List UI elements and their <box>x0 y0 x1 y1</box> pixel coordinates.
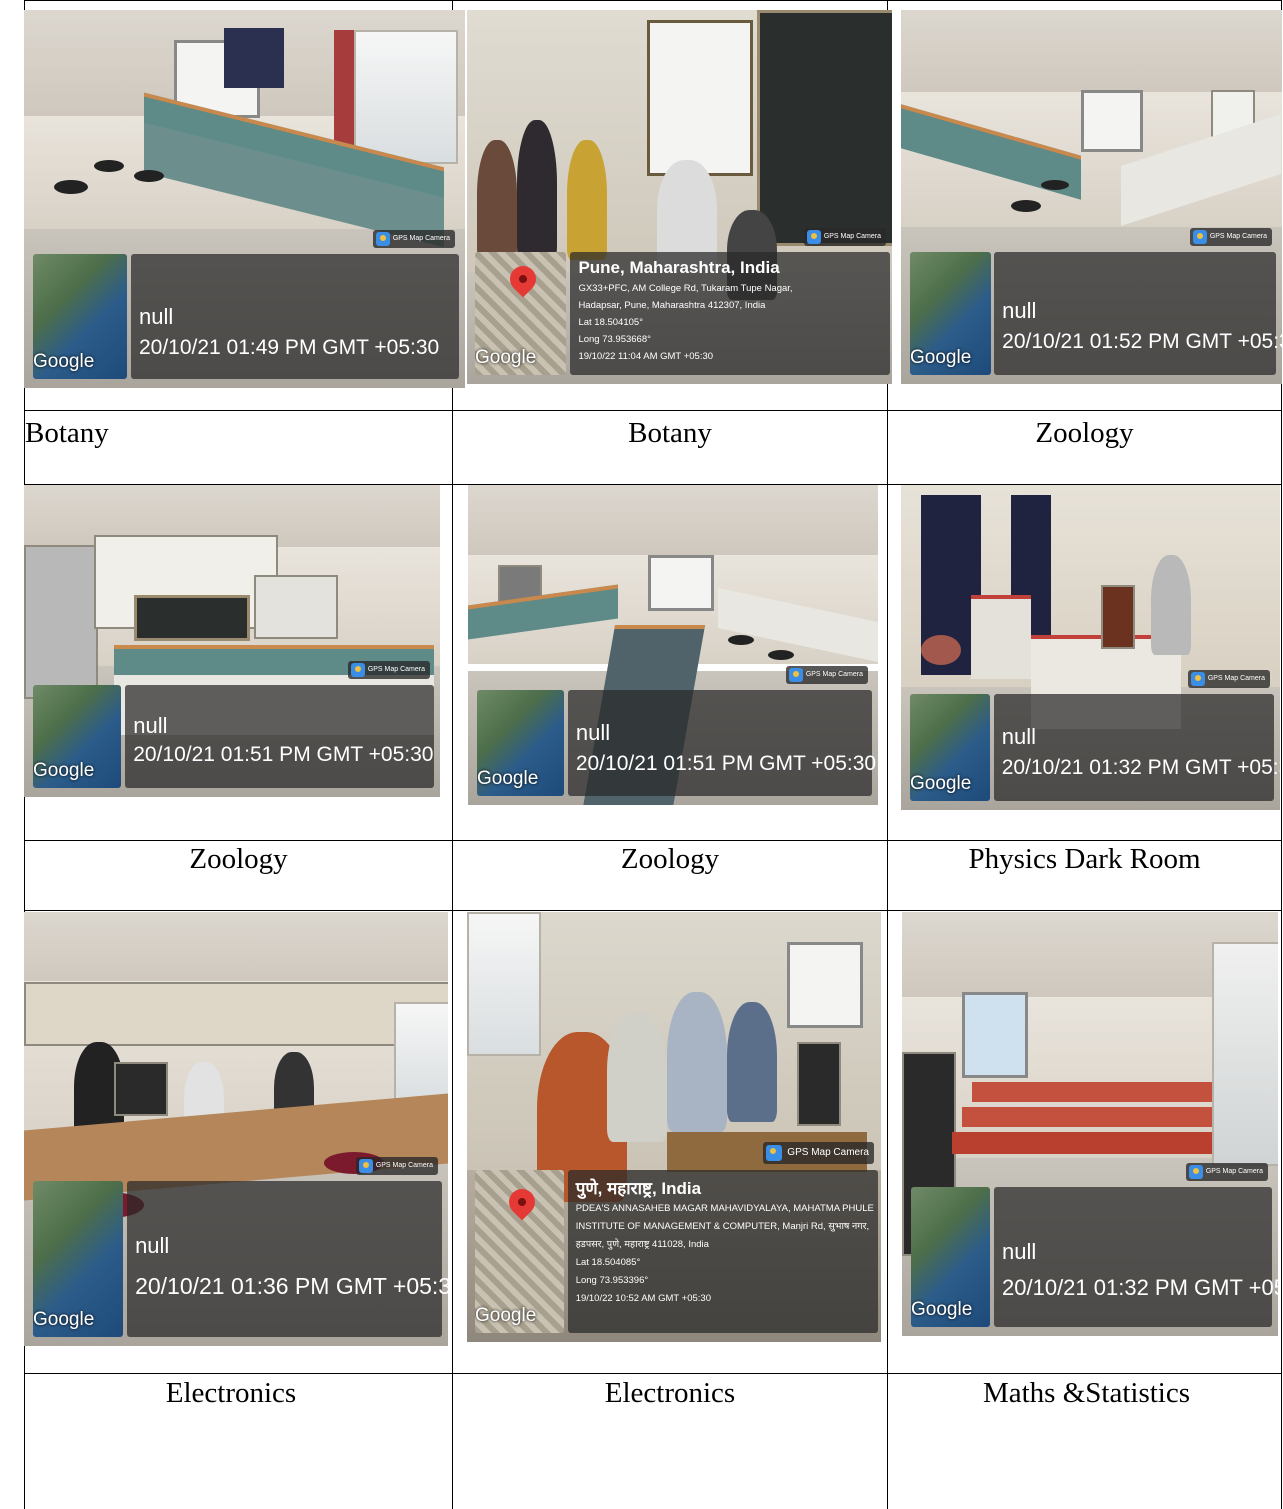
caption-zoology-3: Zoology <box>620 843 720 875</box>
map-thumbnail: Google <box>475 1169 564 1333</box>
gps-camera-icon <box>375 232 390 247</box>
datetime-text: 19/10/22 11:04 AM GMT +05:30 <box>578 350 714 362</box>
address-line-1: GX33+PFC, AM College Rd, Tukaram Tupe Na… <box>578 282 793 294</box>
gps-info-box: null 20/10/21 01:32 PM GMT +05:30 <box>994 1187 1278 1327</box>
gps-camera-badge: GPS Map Camera <box>785 666 868 685</box>
gps-camera-icon <box>1188 1165 1203 1180</box>
map-thumbnail: Google <box>33 254 127 379</box>
gps-camera-badge: GPS Map Camera <box>803 227 886 246</box>
gps-overlay: GPS Map Camera Google पुणे, महाराष्ट्र, … <box>475 1141 878 1333</box>
place-text: null <box>1002 297 1037 323</box>
gps-info-box: null 20/10/21 01:52 PM GMT +05:30 <box>994 251 1282 375</box>
lab-photo-maths-statistics: GPS Map Camera Google null 20/10/21 01:3… <box>902 912 1278 1336</box>
location-title: Pune, Maharashtra, India <box>578 257 780 277</box>
lab-photo-electronics-1: GPS Map Camera Google null 20/10/21 01:3… <box>24 912 448 1346</box>
gps-overlay: GPS Map Camera Google Pune, Maharashtra,… <box>475 227 890 375</box>
place-text: null <box>575 720 611 746</box>
latitude-text: Lat 18.504105° <box>578 316 643 328</box>
lab-photo-zoology-1: GPS Map Camera Google null 20/10/21 01:5… <box>901 10 1282 384</box>
gps-camera-badge: GPS Map Camera <box>763 1141 874 1164</box>
gps-camera-icon <box>350 663 365 678</box>
gps-info-box: Pune, Maharashtra, India GX33+PFC, AM Co… <box>570 251 890 375</box>
place-text: null <box>135 1232 170 1258</box>
gps-camera-badge: GPS Map Camera <box>372 230 455 249</box>
caption-zoology-1: Zoology <box>1035 417 1134 449</box>
datetime-text: 20/10/21 01:51 PM GMT +05:30 <box>133 743 434 767</box>
gps-info-box: null 20/10/21 01:51 PM GMT +05:30 <box>567 690 876 796</box>
gps-camera-icon <box>358 1158 373 1173</box>
address-line-1: PDEA'S ANNASAHEB MAGAR MAHAVIDYALAYA, MA… <box>575 1202 874 1214</box>
gps-overlay: GPS Map Camera Google null 20/10/21 01:3… <box>910 669 1280 801</box>
address-line-2: INSTITUTE OF MANAGEMENT & COMPUTER, Manj… <box>575 1220 870 1232</box>
caption-electronics-2: Electronics <box>604 1377 736 1409</box>
gps-info-box: पुणे, महाराष्ट्र, India PDEA'S ANNASAHEB… <box>567 1169 878 1333</box>
datetime-text: 19/10/22 10:52 AM GMT +05:30 <box>575 1292 711 1304</box>
place-text: null <box>1001 723 1036 749</box>
map-thumbnail: Google <box>477 690 564 796</box>
location-title: पुणे, महाराष्ट्र, India <box>575 1178 702 1198</box>
gps-camera-icon <box>766 1144 783 1161</box>
caption-maths-statistics: Maths &Statistics <box>982 1377 1191 1409</box>
gps-camera-badge: GPS Map Camera <box>355 1156 438 1175</box>
caption-zoology-2: Zoology <box>189 843 288 875</box>
location-pin-icon <box>504 261 542 298</box>
row-divider-2b <box>24 910 1282 911</box>
datetime-text: 20/10/21 01:32 PM GMT +05:30 <box>1001 755 1280 779</box>
place-text: null <box>138 304 174 330</box>
lab-photo-zoology-2: GPS Map Camera Google null 20/10/21 01:5… <box>24 485 440 797</box>
gps-info-box: null 20/10/21 01:49 PM GMT +05:30 <box>130 254 459 379</box>
datetime-text: 20/10/21 01:51 PM GMT +05:30 <box>575 752 877 776</box>
gps-overlay: GPS Map Camera Google null 20/10/21 01:3… <box>33 1156 448 1337</box>
gps-camera-badge: GPS Map Camera <box>1185 1163 1268 1182</box>
gps-camera-icon <box>1192 229 1207 244</box>
location-pin-icon <box>503 1183 541 1221</box>
gps-overlay: GPS Map Camera Google null 20/10/21 01:5… <box>910 227 1282 375</box>
map-thumbnail: Google <box>475 251 567 375</box>
gps-camera-badge: GPS Map Camera <box>1187 669 1270 688</box>
gps-info-box: null 20/10/21 01:51 PM GMT +05:30 <box>125 685 434 788</box>
row-divider-1a <box>24 410 1282 411</box>
map-thumbnail: Google <box>33 685 122 788</box>
gps-overlay: GPS Map Camera Google null 20/10/21 01:5… <box>33 661 434 788</box>
photo-table: GPS Map Camera Google null 20/10/21 01:4… <box>0 0 1283 1509</box>
place-text: null <box>133 713 168 739</box>
gps-info-box: null 20/10/21 01:36 PM GMT +05:30 <box>127 1180 448 1337</box>
gps-camera-icon <box>806 229 821 244</box>
caption-botany-1: Botany <box>25 417 109 449</box>
place-text: null <box>1002 1239 1037 1265</box>
gps-overlay: GPS Map Camera Google null 20/10/21 01:3… <box>911 1163 1278 1327</box>
datetime-text: 20/10/21 01:36 PM GMT +05:30 <box>135 1272 448 1299</box>
table-border-top <box>24 0 1282 1</box>
longitude-text: Long 73.953668° <box>578 333 651 345</box>
datetime-text: 20/10/21 01:49 PM GMT +05:30 <box>138 336 440 360</box>
caption-physics-dark-room: Physics Dark Room <box>968 843 1201 875</box>
row-divider-2a <box>24 840 1282 841</box>
gps-overlay: GPS Map Camera Google null 20/10/21 01:4… <box>33 230 459 379</box>
lab-photo-zoology-3: GPS Map Camera Google null 20/10/21 01:5… <box>468 485 878 805</box>
caption-botany-2: Botany <box>628 417 712 449</box>
map-thumbnail: Google <box>910 251 991 375</box>
gps-camera-badge: GPS Map Camera <box>1189 227 1272 246</box>
gps-camera-icon <box>788 668 803 683</box>
caption-electronics-1: Electronics <box>165 1377 297 1409</box>
latitude-text: Lat 18.504085° <box>575 1256 641 1268</box>
datetime-text: 20/10/21 01:52 PM GMT +05:30 <box>1002 329 1282 353</box>
lab-photo-electronics-2: GPS Map Camera Google पुणे, महाराष्ट्र, … <box>467 912 881 1342</box>
gps-camera-badge: GPS Map Camera <box>347 661 430 680</box>
row-divider-3a <box>24 1373 1282 1374</box>
lab-photo-physics-dark-room: GPS Map Camera Google null 20/10/21 01:3… <box>901 485 1280 810</box>
gps-overlay: GPS Map Camera Google null 20/10/21 01:5… <box>477 666 876 796</box>
map-thumbnail: Google <box>911 1187 991 1327</box>
longitude-text: Long 73.953396° <box>575 1274 649 1286</box>
datetime-text: 20/10/21 01:32 PM GMT +05:30 <box>1002 1275 1278 1301</box>
address-line-3: हडपसर, पुणे, महाराष्ट्र 411028, India <box>575 1238 709 1250</box>
lab-photo-botany-2: GPS Map Camera Google Pune, Maharashtra,… <box>467 10 892 384</box>
gps-info-box: null 20/10/21 01:32 PM GMT +05:30 <box>993 693 1280 801</box>
address-line-2: Hadapsar, Pune, Maharashtra 412307, Indi… <box>578 299 766 311</box>
map-thumbnail: Google <box>910 693 991 801</box>
map-thumbnail: Google <box>33 1180 123 1337</box>
lab-photo-botany-1: GPS Map Camera Google null 20/10/21 01:4… <box>24 10 465 388</box>
gps-camera-icon <box>1190 671 1205 686</box>
